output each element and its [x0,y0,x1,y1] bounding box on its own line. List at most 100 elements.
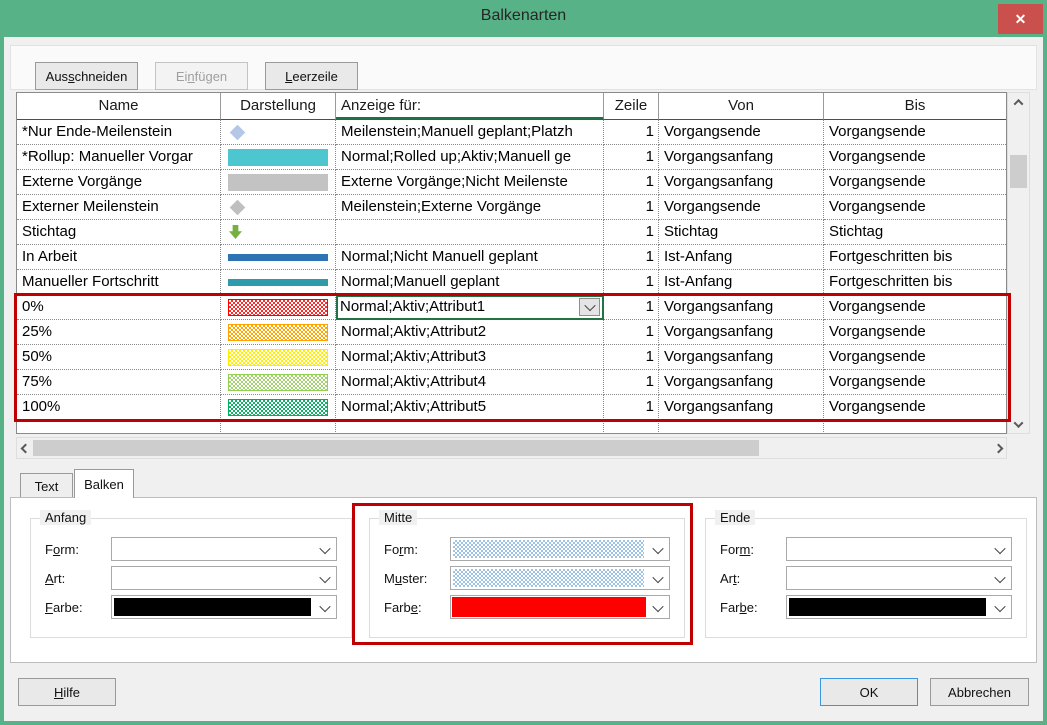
cell-darstellung[interactable] [221,395,336,420]
anzeige-dropdown-button[interactable] [579,298,600,316]
cell-von[interactable]: Vorgangsende [659,120,824,145]
tab-balken[interactable]: Balken [74,469,134,498]
cell-darstellung[interactable] [221,195,336,220]
cell-zeile[interactable]: 1 [604,220,659,245]
table-row[interactable]: Externer Meilenstein Meilenstein;Externe… [17,195,1006,220]
cell-bis[interactable]: Vorgangsende [824,195,1006,220]
cell-name[interactable]: In Arbeit [17,245,221,270]
cell-zeile[interactable]: 1 [604,320,659,345]
mitte-farbe-select[interactable] [450,595,670,619]
column-header-zeile[interactable]: Zeile [604,93,659,120]
scroll-up-button[interactable] [1008,93,1029,111]
cell-name[interactable]: 100% [17,395,221,420]
paste-button[interactable]: Einfügen [155,62,248,90]
cell-anzeige[interactable]: Meilenstein;Externe Vorgänge [336,195,604,220]
insert-row-button[interactable]: Leerzeile [265,62,358,90]
cell-bis[interactable]: Fortgeschritten bis [824,270,1006,295]
cell-name[interactable]: Externe Vorgänge [17,170,221,195]
cell-darstellung[interactable] [221,120,336,145]
table-row[interactable]: 100% Normal;Aktiv;Attribut5 1 Vorgangsan… [17,395,1006,420]
cell-bis[interactable]: Vorgangsende [824,370,1006,395]
cell-bis[interactable]: Vorgangsende [824,345,1006,370]
cell-bis[interactable]: Vorgangsende [824,145,1006,170]
cell-anzeige[interactable]: Normal;Rolled up;Aktiv;Manuell ge [336,145,604,170]
cell-bis[interactable]: Vorgangsende [824,170,1006,195]
cell-darstellung[interactable] [221,320,336,345]
cell-von[interactable]: Vorgangsanfang [659,345,824,370]
cell-anzeige[interactable]: Meilenstein;Manuell geplant;Platzh [336,120,604,145]
cell-anzeige[interactable]: Normal;Nicht Manuell geplant [336,245,604,270]
cell-von[interactable]: Vorgangsanfang [659,320,824,345]
cell-name[interactable]: *Rollup: Manueller Vorgar [17,145,221,170]
cell-anzeige[interactable]: Normal;Aktiv;Attribut4 [336,370,604,395]
table-row[interactable]: 50% Normal;Aktiv;Attribut3 1 Vorgangsanf… [17,345,1006,370]
cell-darstellung[interactable] [221,170,336,195]
cell-name[interactable]: Stichtag [17,220,221,245]
scroll-down-button[interactable] [1008,415,1029,433]
cell-zeile[interactable]: 1 [604,295,659,320]
anfang-form-select[interactable] [111,537,337,561]
cell-name[interactable]: Manueller Fortschritt [17,270,221,295]
table-row[interactable]: *Rollup: Manueller Vorgar Normal;Rolled … [17,145,1006,170]
cell-von[interactable]: Vorgangsanfang [659,370,824,395]
table-horizontal-scrollbar[interactable] [16,437,1007,459]
anfang-farbe-select[interactable] [111,595,337,619]
column-header-name[interactable]: Name [17,93,221,120]
cell-von[interactable]: Vorgangsende [659,195,824,220]
mitte-form-select[interactable] [450,537,670,561]
cell-name[interactable]: 50% [17,345,221,370]
cell-darstellung[interactable] [221,295,336,320]
mitte-muster-select[interactable] [450,566,670,590]
cell-darstellung[interactable] [221,270,336,295]
cell-zeile[interactable]: 1 [604,145,659,170]
cell-name[interactable]: 25% [17,320,221,345]
cell-darstellung[interactable] [221,245,336,270]
cell-name[interactable]: Externer Meilenstein [17,195,221,220]
cell-name[interactable]: 0% [17,295,221,320]
cell-bis[interactable]: Vorgangsende [824,395,1006,420]
ende-form-select[interactable] [786,537,1012,561]
cell-zeile[interactable]: 1 [604,195,659,220]
cell-bis[interactable]: Vorgangsende [824,120,1006,145]
table-row[interactable]: In Arbeit Normal;Nicht Manuell geplant 1… [17,245,1006,270]
cell-darstellung[interactable] [221,220,336,245]
cell-anzeige[interactable]: Externe Vorgänge;Nicht Meilenste [336,170,604,195]
cell-von[interactable]: Ist-Anfang [659,245,824,270]
cell-von[interactable]: Vorgangsanfang [659,295,824,320]
cell-name[interactable]: 75% [17,370,221,395]
table-row[interactable]: *Nur Ende-Meilenstein Meilenstein;Manuel… [17,120,1006,145]
close-button[interactable]: ✕ [998,4,1043,34]
ende-art-select[interactable] [786,566,1012,590]
cancel-button[interactable]: Abbrechen [930,678,1029,706]
cell-anzeige[interactable] [336,220,604,245]
cell-von[interactable]: Vorgangsanfang [659,145,824,170]
horizontal-scroll-thumb[interactable] [33,440,759,456]
help-button[interactable]: Hilfe [18,678,116,706]
tab-text[interactable]: Text [20,473,73,498]
cell-zeile[interactable]: 1 [604,345,659,370]
cell-von[interactable]: Ist-Anfang [659,270,824,295]
table-row[interactable]: Manueller Fortschritt Normal;Manuell gep… [17,270,1006,295]
cell-darstellung[interactable] [221,145,336,170]
cell-zeile[interactable]: 1 [604,170,659,195]
cell-bis[interactable]: Vorgangsende [824,295,1006,320]
cell-bis[interactable]: Fortgeschritten bis [824,245,1006,270]
cell-zeile[interactable]: 1 [604,370,659,395]
table-vertical-scrollbar[interactable] [1007,92,1030,434]
cell-anzeige[interactable]: Normal;Manuell geplant [336,270,604,295]
cell-name[interactable]: *Nur Ende-Meilenstein [17,120,221,145]
scroll-right-button[interactable] [990,438,1006,458]
anfang-art-select[interactable] [111,566,337,590]
scroll-left-button[interactable] [17,438,33,458]
cell-von[interactable]: Stichtag [659,220,824,245]
cell-zeile[interactable]: 1 [604,395,659,420]
table-row[interactable]: 25% Normal;Aktiv;Attribut2 1 Vorgangsanf… [17,320,1006,345]
cell-darstellung[interactable] [221,370,336,395]
cell-bis[interactable]: Stichtag [824,220,1006,245]
cell-zeile[interactable]: 1 [604,270,659,295]
cell-bis[interactable]: Vorgangsende [824,320,1006,345]
table-row-selected[interactable]: 0% Normal;Aktiv;Attribut1 1 Vorgangsanfa… [17,295,1006,320]
ok-button[interactable]: OK [820,678,918,706]
table-row[interactable]: Externe Vorgänge Externe Vorgänge;Nicht … [17,170,1006,195]
column-header-bis[interactable]: Bis [824,93,1006,120]
